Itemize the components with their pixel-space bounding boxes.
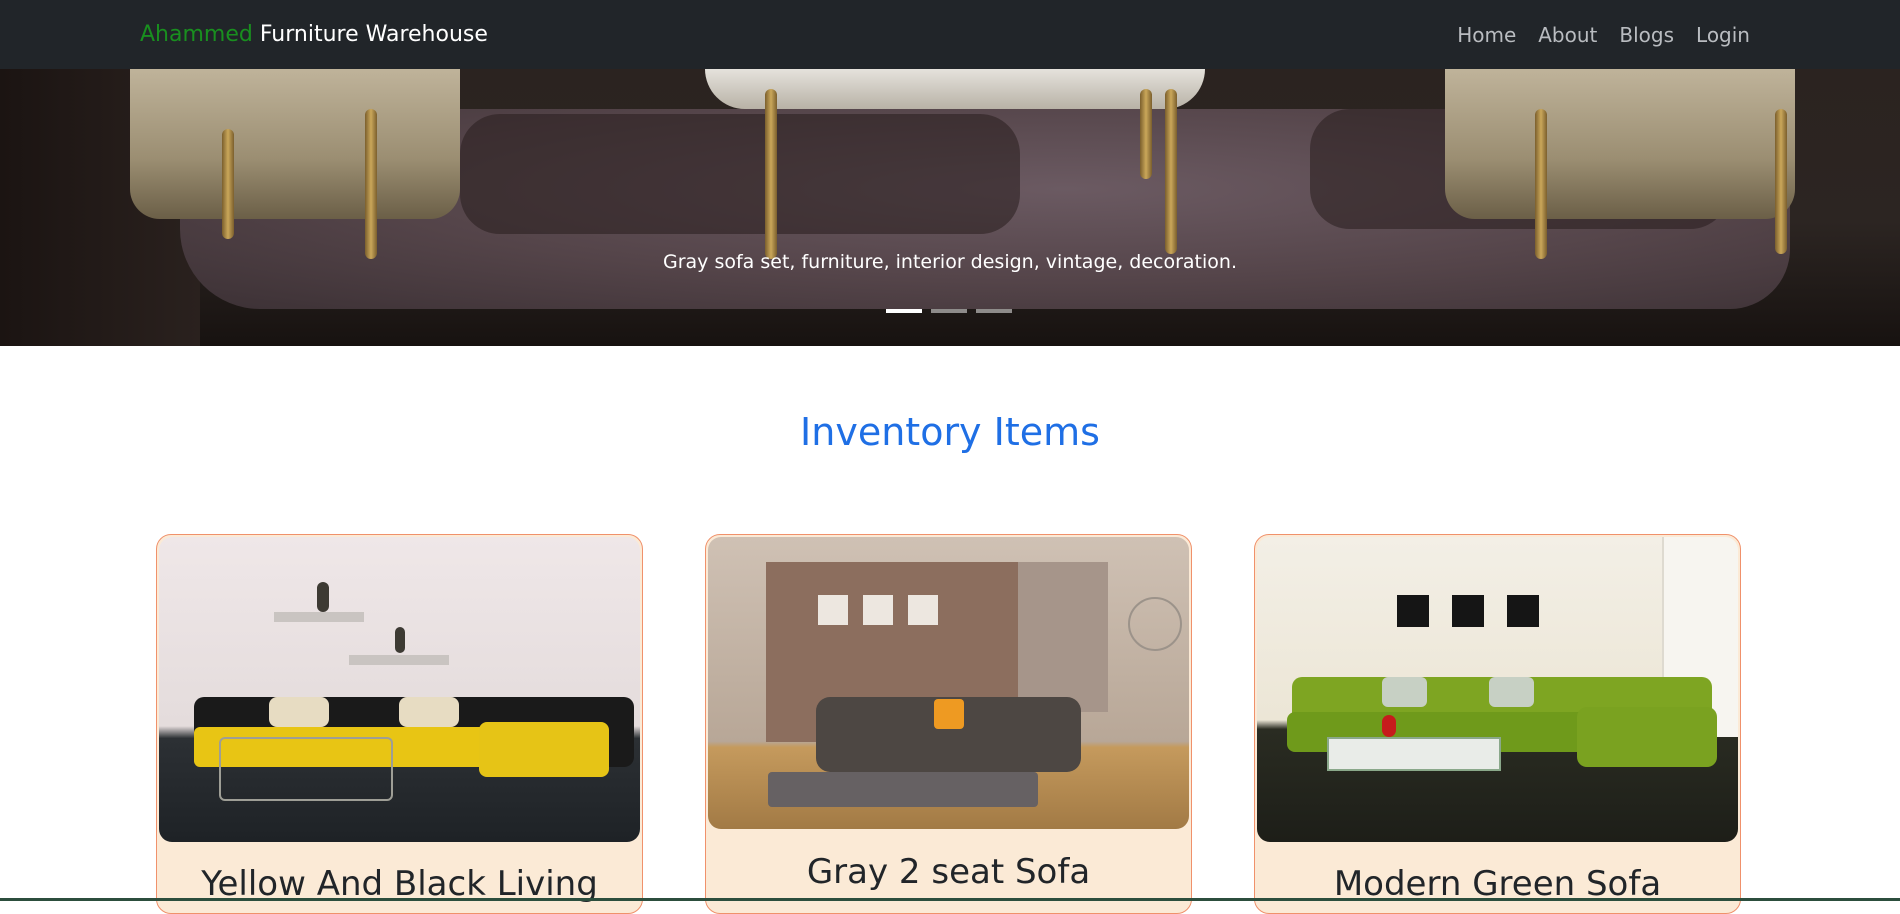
bookshelf	[1018, 562, 1108, 712]
nav-links: Home About Blogs Login	[1457, 20, 1750, 50]
item-name: Gray 2 seat Sofa	[806, 852, 1091, 892]
sofa-chaise	[479, 722, 609, 777]
sofa-chaise	[1577, 707, 1717, 767]
wall-art	[1507, 595, 1539, 627]
cushion-orange	[934, 699, 964, 729]
brand-logo[interactable]: Ahammed Furniture Warehouse	[140, 20, 488, 50]
hero-chair-left	[130, 69, 460, 219]
carousel-indicator-1[interactable]	[886, 309, 922, 313]
nav-link-blogs[interactable]: Blogs	[1619, 20, 1674, 50]
wall-art	[1452, 595, 1484, 627]
hero-leg	[222, 129, 234, 239]
wall-shelf	[274, 612, 364, 622]
hero-chair-right	[1445, 69, 1795, 219]
carousel-indicator-2[interactable]	[931, 309, 967, 313]
wall-clock	[1128, 597, 1182, 651]
hero-leg	[1775, 109, 1787, 254]
carousel-indicators	[886, 309, 1012, 313]
picture-frame	[863, 595, 893, 625]
hero-leg	[1535, 109, 1547, 259]
nav-link-login[interactable]: Login	[1696, 20, 1750, 50]
hero-sofa	[705, 69, 1205, 109]
product-image-yellow-sofa	[159, 537, 640, 842]
hero-leg	[365, 109, 377, 259]
carousel-indicator-3[interactable]	[976, 309, 1012, 313]
nav-link-about[interactable]: About	[1538, 20, 1597, 50]
area-rug	[768, 772, 1038, 807]
product-image-gray-sofa	[708, 537, 1189, 829]
navbar: Ahammed Furniture Warehouse Home About B…	[0, 0, 1900, 69]
hero-carousel[interactable]: Gray sofa set, furniture, interior desig…	[0, 69, 1900, 346]
inventory-card[interactable]: Gray 2 seat Sofa	[705, 534, 1192, 914]
cushion	[269, 697, 329, 727]
inventory-card[interactable]: Modern Green Sofa	[1254, 534, 1741, 914]
vase	[317, 582, 329, 612]
hero-leg	[1140, 89, 1152, 179]
cushion	[399, 697, 459, 727]
coffee-table	[1327, 737, 1501, 771]
brand-name: Furniture Warehouse	[259, 22, 488, 47]
cushion	[1382, 677, 1427, 707]
wall-shelf	[349, 655, 449, 665]
brand-first-word: Ahammed	[140, 22, 253, 47]
product-image-green-sofa	[1257, 537, 1738, 842]
picture-frame	[908, 595, 938, 625]
inventory-title: Inventory Items	[800, 410, 1100, 454]
vase	[395, 627, 405, 653]
coffee-table	[219, 737, 393, 801]
inventory-card[interactable]: Yellow And Black Living	[156, 534, 643, 914]
picture-frame	[818, 595, 848, 625]
nav-link-home[interactable]: Home	[1457, 20, 1516, 50]
wall-art	[1397, 595, 1429, 627]
cushion	[1489, 677, 1534, 707]
hero-leg	[765, 89, 777, 259]
carousel-caption: Gray sofa set, furniture, interior desig…	[663, 251, 1237, 273]
red-vase	[1382, 715, 1396, 737]
hero-leg	[1165, 89, 1177, 254]
hero-shadow	[460, 114, 1020, 234]
